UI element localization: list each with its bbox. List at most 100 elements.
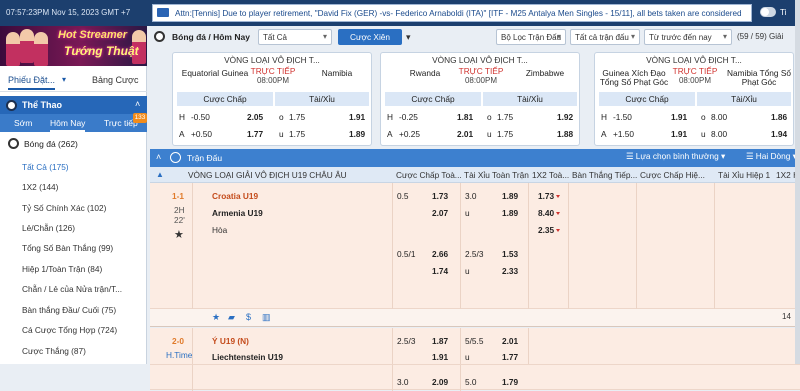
order-select[interactable]: Từ trước đến nay ▾ [644,29,732,45]
side-label: A [387,129,393,139]
odds-value[interactable]: 2.01 [502,336,518,346]
odds-value[interactable]: 8.40 [538,208,561,218]
odds-value[interactable]: 1.74 [432,266,448,276]
tab-bet-list[interactable]: Bảng Cược [92,75,138,85]
draw-label: Hòa [212,225,228,235]
left-panel: Hot Streamer Tướng Thuật Phiếu Đặt... ▾ … [0,26,147,364]
announcement-ticker[interactable]: Attn:[Tennis] Due to player retirement, … [152,4,752,22]
side-label: o [487,112,492,122]
handicap-line: 2.5/3 [397,336,416,346]
odds-value[interactable]: 1.91 [349,112,365,122]
live-match-card[interactable]: VÒNG LOẠI VÔ ĐỊCH T... Guinea Xích Đạo T… [594,52,794,146]
odds-value[interactable]: 1.87 [432,336,448,346]
odds-value[interactable]: 1.89 [502,191,518,201]
chart-icon[interactable]: ▥ [262,312,271,323]
sport-football[interactable]: Bóng đá (262) [0,134,147,154]
match-row: 3.0 2.09 5.0 1.79 [150,364,800,391]
divider [460,365,461,391]
league-filter-select[interactable]: Bộ Lọc Trận Đấu ▾ [496,29,566,45]
market-item[interactable]: Bàn thắng Đầu/ Cuối (75) [22,305,116,315]
odds-value[interactable]: 1.92 [557,112,573,122]
market-select-value: Tất Cả [263,33,288,42]
market-item[interactable]: Chẵn / Lẻ của Nửa trận/T... [22,284,122,294]
odds-value[interactable]: 1.89 [349,129,365,139]
match-period: H.Time [166,350,193,360]
live-label: TRỰC TIẾP [250,66,296,76]
odds-value[interactable]: 1.89 [502,208,518,218]
market-item[interactable]: 1X2 (144) [22,182,58,192]
market-item[interactable]: Hiệp 1/Toàn Trận (84) [22,264,102,274]
odds-value[interactable]: 2.35 [538,225,561,235]
market-item[interactable]: Tổng Số Bàn Thắng (99) [22,243,113,253]
card-league: VÒNG LOẠI VÔ ĐỊCH T... [432,55,528,65]
scrollbar[interactable] [795,0,800,364]
odds-value[interactable]: 2.33 [502,266,518,276]
market-item[interactable]: Cược Thắng (87) [22,346,86,356]
total-line: 8.00 [711,112,728,122]
collapse-icon[interactable]: ▲ [156,170,164,179]
odds-value[interactable]: 2.07 [432,208,448,218]
odds-value[interactable]: 1.81 [457,112,473,122]
away-team: Armenia U19 [212,208,263,218]
market-item[interactable]: Tỷ Số Chính Xác (102) [22,203,106,213]
odds-value[interactable]: 2.01 [457,129,473,139]
mail-icon[interactable] [157,8,169,17]
odds-value[interactable]: 1.91 [671,129,687,139]
live-match-card[interactable]: VÒNG LOẠI VÔ ĐỊCH T... Equatorial Guinea… [172,52,372,146]
live-label: TRỰC TIẾP [672,66,718,76]
sort-select[interactable]: ☰ Lựa chọn bình thường ▾ [626,151,726,165]
odds-value[interactable]: 1.73 [538,191,561,201]
favorite-star-icon[interactable]: ★ [174,228,184,241]
odds-value[interactable]: 1.77 [247,129,263,139]
parlay-button[interactable]: Cược Xiên [338,29,402,45]
market-item[interactable]: Lẻ/Chẵn (126) [22,223,75,233]
live-match-card[interactable]: VÒNG LOẠI VÔ ĐỊCH T... Rwanda TRỰC TIẾP … [380,52,580,146]
odds-row: A +1.50 1.91 u 8.00 1.94 [599,127,791,141]
promo-banner[interactable]: Hot Streamer Tướng Thuật [0,26,147,66]
chevron-down-icon[interactable]: ▾ [406,32,411,43]
star-icon[interactable]: ★ [212,312,220,323]
market-select[interactable]: Tất Cả ▾ [258,29,332,45]
odds-value[interactable]: 1.73 [432,191,448,201]
total-line: 1.75 [497,112,514,122]
tab-today[interactable]: Hôm Nay [50,118,86,132]
stats-icon[interactable]: ▰ [228,312,235,323]
chevron-down-icon: ▾ [556,32,561,41]
tab-bet-slip[interactable]: Phiếu Đặt... [8,75,56,90]
odds-row: A +0.25 2.01 u 1.75 1.88 [385,127,577,141]
odds-value[interactable]: 2.66 [432,249,448,259]
odds-down-icon [556,212,561,216]
handicap-header: Cược Chấp [177,92,273,106]
odds-value[interactable]: 1.94 [771,129,787,139]
kickoff-time: 08:00PM [256,76,290,85]
odds-value[interactable]: 1.91 [671,112,687,122]
theme-toggle[interactable] [760,7,776,17]
col-header: Cược Chấp Hiệ... [640,170,705,180]
sports-header[interactable]: Thể Thao ˄ [0,96,147,114]
chevron-up-icon[interactable]: ˄ [156,152,161,162]
odds-value[interactable]: 1.53 [502,249,518,259]
side-label: u [279,129,284,139]
chevron-up-icon[interactable]: ˄ [135,99,140,109]
odds-value[interactable]: 1.86 [771,112,787,122]
market-item[interactable]: Tất Cả (175) [22,162,69,172]
odds-value[interactable]: 1.91 [432,352,448,362]
order-select-value: Từ trước đến nay [649,33,712,42]
odds-value[interactable]: 2.09 [432,377,448,387]
odds-row: A +0.50 1.77 u 1.75 1.89 [177,127,369,141]
match-select[interactable]: Tất cả trận đấu ▾ [570,29,640,45]
odds-value[interactable]: 2.05 [247,112,263,122]
sort-select-value: Lựa chọn bình thường [635,151,719,161]
card-league: VÒNG LOẠI VÔ ĐỊCH T... [646,55,742,65]
display-mode-select[interactable]: ☰ Hai Dòng ▾ [746,151,798,165]
odds-value[interactable]: 1.88 [557,129,573,139]
odds-value[interactable]: 1.77 [502,352,518,362]
odds-value[interactable]: 1.79 [502,377,518,387]
side-label: A [179,129,185,139]
handicap-line: 3.0 [397,377,409,387]
more-markets-count[interactable]: 14 [782,312,791,321]
dollar-icon[interactable]: $ [246,312,251,322]
chevron-down-icon[interactable]: ▾ [62,75,66,84]
market-item[interactable]: Cá Cược Tổng Hợp (724) [22,325,117,335]
tab-early[interactable]: Sớm [14,118,32,128]
